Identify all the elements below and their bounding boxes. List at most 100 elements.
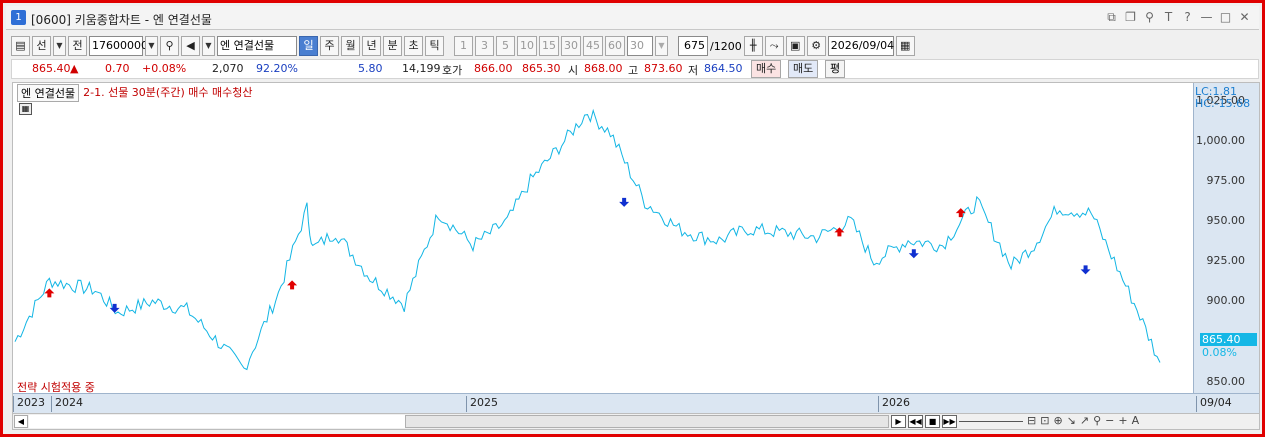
open-value: 868.00 — [584, 62, 623, 75]
stop-icon[interactable]: ■ — [925, 415, 940, 428]
buy-signal-arrow[interactable] — [44, 288, 55, 298]
period-minute[interactable]: 분 — [383, 36, 402, 56]
code-dropdown-icon[interactable]: ▼ — [145, 36, 158, 56]
interval-dropdown-icon[interactable]: ▼ — [655, 36, 668, 56]
type-select[interactable]: 선 — [32, 36, 51, 56]
price-line — [14, 108, 1161, 371]
sell-signal-arrow[interactable] — [1080, 265, 1091, 275]
y-tick-label: 1,000.00 — [1196, 133, 1245, 147]
window-number: 1 — [11, 10, 26, 25]
interval-60[interactable]: 60 — [605, 36, 625, 56]
legend-strategy[interactable]: 2-1. 선물 30분(주간) 매수 매수청산 — [83, 84, 252, 102]
chart-panel[interactable]: 엔 연결선물 2-1. 선물 30분(주간) 매수 매수청산 ▦ 전략 시험적용… — [12, 82, 1260, 414]
volume-ratio: 92.20% — [256, 62, 298, 75]
restore-icon[interactable]: ⧉ — [1103, 9, 1120, 26]
main-toolbar: ▤ 선 ▼ 전 17600000 ▼ ⚲ ◀ ▼ 엔 연결선물 일 주 월 년 … — [11, 35, 915, 57]
interval-3[interactable]: 3 — [475, 36, 494, 56]
zoom-slider-icon[interactable] — [959, 414, 1023, 422]
speaker-icon[interactable]: ◀ — [181, 36, 200, 56]
y-tick-label: 950.00 — [1206, 214, 1246, 228]
line-tool-icon[interactable]: ↘ — [1067, 414, 1076, 427]
calendar-icon[interactable]: ▦ — [895, 36, 915, 56]
legend-item-name[interactable]: 엔 연결선물 — [17, 84, 80, 102]
x-axis[interactable]: 2023 2024 2025 2026 09/04 — [13, 393, 1259, 413]
buy-signal-arrow[interactable] — [955, 208, 966, 218]
code-input[interactable]: 17600000 — [89, 36, 148, 56]
chart-window: 1 [0600] 키움종합차트 - 엔 연결선물 ⧉ ❐ ⚲ T ? — □ ✕… — [0, 0, 1265, 437]
rewind-icon[interactable]: ◀◀ — [908, 415, 923, 428]
interval-1[interactable]: 1 — [454, 36, 473, 56]
chart-legend: 엔 연결선물 2-1. 선물 30분(주간) 매수 매수청산 — [17, 84, 252, 102]
up-arrow-icon: ▲ — [70, 62, 79, 75]
date-input[interactable]: 2026/09/04 — [827, 36, 894, 56]
play-icon[interactable]: ▶ — [891, 415, 906, 428]
copy-icon[interactable]: ❐ — [1122, 9, 1139, 26]
current-price-tag: 865.40 — [1200, 333, 1257, 346]
period-year[interactable]: 년 — [362, 36, 381, 56]
y-tick-label: 850.00 — [1206, 374, 1246, 388]
y-tick-label: 975.00 — [1206, 173, 1246, 187]
candle-icon[interactable]: ╫ — [743, 36, 763, 56]
chart-scrollbar: ◀ ▶ ◀◀ ■ ▶▶ ⊟ ⊡ ⊕ ↘ ↗ ⚲ − + A — [12, 413, 1260, 430]
search-icon[interactable]: ⚲ — [1093, 414, 1101, 427]
eval-button[interactable]: 평 — [825, 60, 846, 78]
title-bar: 1 [0600] 키움종합차트 - 엔 연결선물 ⧉ ❐ ⚲ T ? — □ ✕ — [6, 6, 1259, 30]
trend-icon[interactable]: ⤳ — [764, 36, 784, 56]
prev-button[interactable]: 전 — [68, 36, 87, 56]
forward-icon[interactable]: ▶▶ — [942, 415, 957, 428]
period-tick[interactable]: 틱 — [425, 36, 444, 56]
scroll-left-icon[interactable]: ◀ — [14, 415, 28, 428]
plus-icon[interactable]: + — [1118, 414, 1127, 427]
period-week[interactable]: 주 — [320, 36, 339, 56]
draw-icon[interactable]: ⊕ — [1053, 414, 1062, 427]
sell-signal-arrow[interactable] — [619, 197, 630, 207]
type-dropdown-icon[interactable]: ▼ — [53, 36, 66, 56]
quote-bar: 865.40 ▲ 0.70 +0.08% 2,070 92.20% 5.80 1… — [11, 59, 1259, 79]
sell-button[interactable]: 매도 — [788, 60, 819, 78]
pin-icon[interactable]: ⚲ — [1141, 9, 1158, 26]
interval-10[interactable]: 10 — [517, 36, 537, 56]
x-tick-label: 2026 — [878, 396, 910, 412]
text-size-icon[interactable]: A — [1132, 414, 1140, 427]
interval-45[interactable]: 45 — [583, 36, 603, 56]
interval-30[interactable]: 30 — [561, 36, 581, 56]
close-icon[interactable]: ✕ — [1236, 9, 1253, 26]
buy-button[interactable]: 매수 — [751, 60, 782, 78]
layout-icon[interactable]: ▤ — [11, 36, 30, 56]
sell-signal-arrow[interactable] — [908, 249, 919, 259]
interval-15[interactable]: 15 — [539, 36, 559, 56]
count-input[interactable]: 675 — [678, 36, 708, 56]
price-plot[interactable] — [13, 83, 1193, 393]
interval-5[interactable]: 5 — [496, 36, 515, 56]
x-date-label: 09/04 — [1196, 396, 1232, 412]
save-icon[interactable]: ▣ — [785, 36, 805, 56]
high-label: 고 — [628, 64, 639, 77]
chart-tool-icon[interactable]: ⊟ — [1027, 414, 1036, 427]
grid-table-icon[interactable]: ▦ — [19, 103, 32, 115]
minus-icon[interactable]: − — [1105, 414, 1114, 427]
volume: 2,070 — [212, 62, 244, 75]
chart-tool-icon[interactable]: ⊡ — [1040, 414, 1049, 427]
minimize-icon[interactable]: — — [1198, 9, 1215, 26]
text-icon[interactable]: T — [1160, 9, 1177, 26]
speaker-dropdown-icon[interactable]: ▼ — [202, 36, 215, 56]
maximize-icon[interactable]: □ — [1217, 9, 1234, 26]
help-icon[interactable]: ? — [1179, 9, 1196, 26]
line-tool-icon[interactable]: ↗ — [1080, 414, 1089, 427]
low-value: 864.50 — [704, 62, 743, 75]
last-price: 865.40 — [32, 62, 71, 75]
item-name-field[interactable]: 엔 연결선물 — [217, 36, 297, 56]
buy-signal-arrow[interactable] — [287, 280, 298, 290]
period-day[interactable]: 일 — [299, 36, 318, 56]
interval-input[interactable]: 30 — [627, 36, 653, 56]
gear-icon[interactable]: ⚙ — [806, 36, 826, 56]
window-title: [0600] 키움종합차트 - 엔 연결선물 — [31, 13, 212, 27]
period-second[interactable]: 초 — [404, 36, 423, 56]
value-1: 5.80 — [358, 62, 383, 75]
change-pct: +0.08% — [142, 62, 187, 75]
change-value: 0.70 — [105, 62, 130, 75]
search-icon[interactable]: ⚲ — [160, 36, 179, 56]
scroll-thumb[interactable] — [405, 415, 889, 428]
period-month[interactable]: 월 — [341, 36, 360, 56]
hoga-label: 호가 — [442, 64, 463, 77]
